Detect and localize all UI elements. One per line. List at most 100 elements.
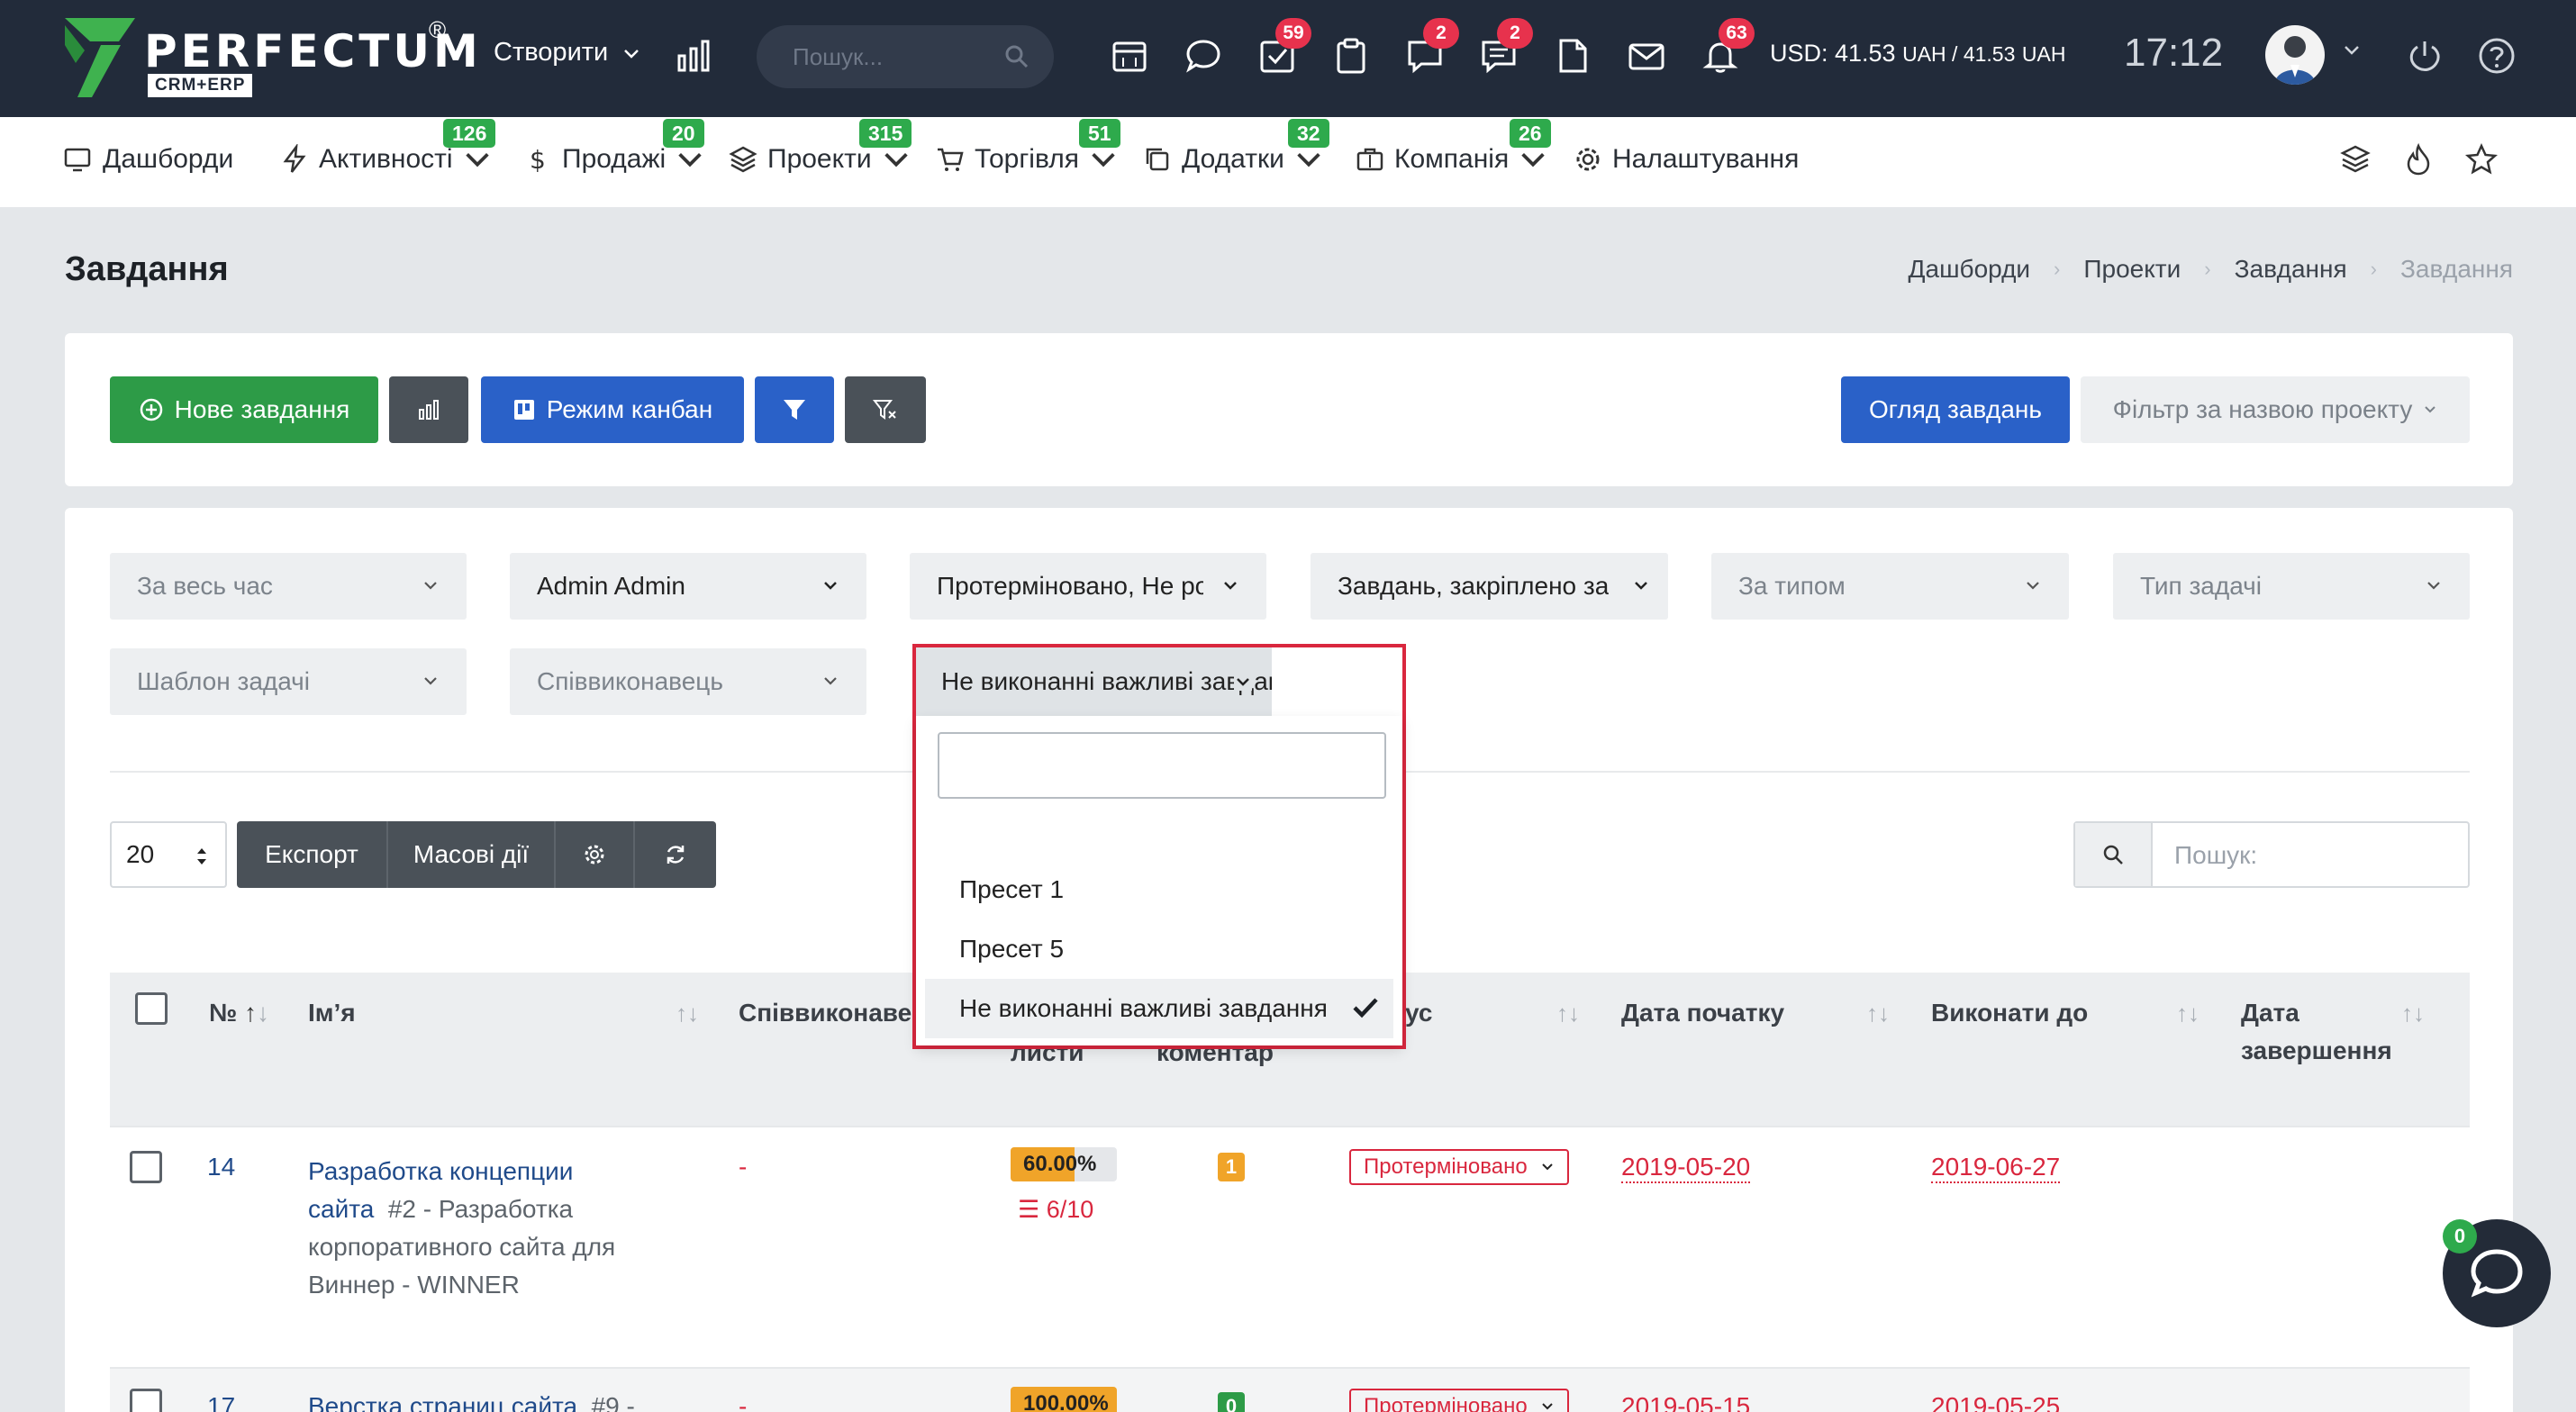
breadcrumb-item[interactable]: Дашборди — [1909, 255, 2031, 284]
table-search-input[interactable]: Пошук: — [2073, 821, 2470, 888]
task-name-line[interactable]: сайта — [308, 1195, 374, 1223]
chevron-down-icon — [1092, 152, 1115, 167]
task-due-date[interactable]: 2019-05-25 — [1931, 1392, 2060, 1412]
breadcrumb-item[interactable]: Проекти — [2083, 255, 2181, 284]
clear-filter-button[interactable] — [845, 376, 926, 443]
currency-usd: USD: 41.53 — [1770, 40, 1896, 67]
preset-option[interactable]: Пресет 1 — [925, 860, 1393, 919]
clipboard-icon[interactable] — [1331, 36, 1371, 76]
chevron-right-icon: › — [2370, 258, 2377, 280]
sort-asc-icon: ↑ — [244, 999, 257, 1027]
task-overview-button[interactable]: Огляд завдань — [1841, 376, 2070, 443]
mass-actions-button[interactable]: Масові дії — [388, 821, 556, 888]
sort-icon[interactable]: ↑↓ — [2401, 1000, 2425, 1027]
nav-activities[interactable]: Активності — [279, 144, 493, 175]
nav-badge-company: 26 — [1510, 119, 1551, 148]
nav-label: Активності — [319, 144, 453, 174]
col-number[interactable]: № ↑↓ — [209, 994, 269, 1032]
preset-option-selected[interactable]: Не виконанні важливі завдання — [925, 979, 1393, 1038]
avatar[interactable] — [2265, 25, 2325, 85]
row-checkbox[interactable] — [130, 1389, 162, 1412]
task-checklist[interactable]: ☰ 6/10 — [1018, 1196, 1093, 1224]
status-label: Протерміновано — [1364, 1154, 1528, 1179]
tasks-check-icon[interactable]: 59 — [1257, 18, 1311, 76]
messages-icon[interactable]: 2 — [1405, 18, 1459, 76]
sort-icon[interactable]: ↑↓ — [1866, 1000, 1890, 1027]
task-name-link[interactable]: Разработка концепции — [308, 1153, 686, 1190]
preset-filter[interactable]: Не виконанні важливі завдання — [916, 647, 1272, 716]
document-icon[interactable] — [1553, 36, 1592, 76]
task-template-filter[interactable]: Шаблон задачі — [110, 648, 467, 715]
refresh-button[interactable] — [635, 821, 716, 888]
mail-icon[interactable] — [1627, 36, 1666, 76]
briefcase-icon — [1356, 148, 1383, 171]
sort-icon[interactable]: ↑↓ — [1556, 1000, 1580, 1027]
task-name-link[interactable]: Верстка страниц сайта — [308, 1392, 577, 1412]
nav-trade[interactable]: Торгівля — [935, 144, 1119, 175]
col-name[interactable]: Ім’я — [308, 994, 356, 1032]
comments-badge: 1 — [1218, 1153, 1245, 1181]
brand-logo[interactable]: PERFECTUM ® CRM+ERP — [65, 16, 478, 99]
global-search-input[interactable]: Пошук... — [757, 25, 1054, 88]
kanban-mode-button[interactable]: Режим канбан — [481, 376, 744, 443]
flame-icon[interactable] — [2401, 142, 2435, 176]
task-type-filter-value: Тип задачі — [2140, 572, 2262, 600]
star-icon[interactable] — [2464, 142, 2499, 176]
by-type-filter[interactable]: За типом — [1711, 553, 2069, 620]
nav-projects[interactable]: Проекти — [728, 144, 912, 175]
col-status[interactable]: ус — [1405, 994, 1432, 1032]
task-type-filter[interactable]: Тип задачі — [2113, 553, 2470, 620]
filter-button[interactable] — [755, 376, 834, 443]
sort-icon[interactable]: ↑↓ — [676, 1000, 699, 1027]
coexecutor-filter[interactable]: Співвиконавець — [510, 648, 866, 715]
preset-option[interactable]: Пресет 5 — [925, 919, 1393, 979]
status-filter[interactable]: Протерміновано, Не розпочато — [910, 553, 1266, 620]
status-badge[interactable]: Протерміновано — [1349, 1389, 1570, 1412]
task-project-line[interactable]: корпоративного сайта для — [308, 1228, 686, 1266]
col-coexecutor[interactable]: Співвиконавець — [739, 994, 919, 1032]
task-project-line[interactable]: #9 - — [592, 1392, 635, 1412]
task-project-line[interactable]: Виннер - WINNER — [308, 1266, 686, 1304]
nav-dashboards[interactable]: Дашборди — [63, 144, 233, 175]
chat-bubble-icon[interactable] — [1184, 36, 1223, 76]
preset-search-input[interactable] — [938, 732, 1386, 799]
assigned-to-filter[interactable]: Завдань, закріплено за — [1311, 553, 1668, 620]
col-due-date[interactable]: Виконати до — [1931, 994, 2088, 1032]
sort-icon[interactable]: ↑↓ — [2176, 1000, 2200, 1027]
bell-icon[interactable]: 63 — [1701, 18, 1755, 76]
task-id[interactable]: 14 — [207, 1153, 235, 1181]
bar-chart-icon[interactable] — [674, 36, 713, 76]
layers-icon[interactable] — [2338, 142, 2372, 176]
calendar-icon[interactable] — [1110, 36, 1149, 76]
project-name-filter[interactable]: Фільтр за назвою проекту — [2081, 376, 2470, 443]
task-id[interactable]: 17 — [207, 1392, 235, 1412]
nav-company[interactable]: Компанія — [1355, 144, 1548, 175]
status-badge[interactable]: Протерміновано — [1349, 1149, 1570, 1185]
discussions-icon[interactable]: 2 — [1479, 18, 1533, 76]
power-icon[interactable] — [2405, 36, 2444, 76]
task-due-date[interactable]: 2019-06-27 — [1931, 1153, 2061, 1183]
create-menu[interactable]: Створити — [494, 38, 640, 68]
nav-sales[interactable]: $ Продажі — [522, 144, 705, 175]
col-start-date[interactable]: Дата початку — [1621, 994, 1784, 1032]
new-task-button[interactable]: Нове завдання — [110, 376, 378, 443]
col-finish-date[interactable]: Дата завершення — [2241, 994, 2392, 1070]
assignee-filter[interactable]: Admin Admin — [510, 553, 866, 620]
chevron-down-icon — [424, 582, 437, 590]
nav-settings[interactable]: Налаштування — [1573, 144, 1799, 175]
stats-button[interactable] — [389, 376, 468, 443]
task-start-date[interactable]: 2019-05-20 — [1621, 1153, 1751, 1183]
nav-addons[interactable]: Додатки — [1142, 144, 1324, 175]
period-filter[interactable]: За весь час — [110, 553, 467, 620]
settings-button[interactable] — [556, 821, 635, 888]
row-checkbox[interactable] — [130, 1151, 162, 1183]
select-all-checkbox[interactable] — [135, 992, 168, 1025]
task-start-date[interactable]: 2019-05-15 — [1621, 1392, 1750, 1412]
breadcrumb-item[interactable]: Завдання — [2235, 255, 2347, 284]
chat-widget-button[interactable]: 0 — [2443, 1219, 2551, 1327]
help-icon[interactable] — [2477, 36, 2517, 76]
task-project-line[interactable]: #2 - Разработка — [388, 1195, 573, 1223]
chevron-down-icon[interactable] — [2342, 43, 2362, 58]
export-button[interactable]: Експорт — [237, 821, 388, 888]
per-page-select[interactable]: 20 — [110, 821, 227, 888]
